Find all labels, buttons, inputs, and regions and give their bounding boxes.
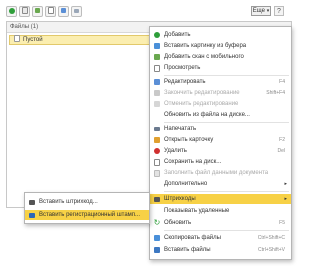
menu-item-finish-edit[interactable]: Закончить редактирование Shift+F4	[150, 88, 291, 98]
menu-item-cancel-edit[interactable]: Отменить редактирование	[150, 99, 291, 109]
menu-item-paste-image[interactable]: Вставить картинку из буфера	[150, 41, 291, 51]
file-name: Пустой	[23, 36, 43, 43]
menu-item-print[interactable]: Напечатать	[150, 124, 291, 134]
add-icon	[8, 7, 15, 16]
save-icon	[150, 158, 164, 166]
toolbar	[6, 6, 82, 18]
stamp-icon	[25, 212, 39, 218]
print-button[interactable]	[71, 6, 82, 17]
file-icon	[14, 34, 20, 46]
menu-item-refresh[interactable]: ↻ Обновить F5	[150, 218, 291, 228]
menu-item-update-from-disk[interactable]: Обновить из файла на диске...	[150, 110, 291, 120]
fill-icon	[150, 169, 164, 177]
view-icon	[150, 64, 164, 72]
add-file-icon	[21, 7, 28, 16]
more-label: Еще	[252, 8, 266, 14]
menu-item-save-to-disk[interactable]: Сохранить на диск...	[150, 157, 291, 167]
more-button[interactable]: Еще ▾	[251, 6, 271, 16]
refresh-icon: ↻	[153, 218, 161, 227]
menu-item-fill-file[interactable]: Заполнить файл данными документа	[150, 168, 291, 178]
edit-icon	[61, 8, 66, 15]
menu-separator	[164, 191, 289, 192]
menu-item-edit[interactable]: Редактировать F4	[150, 77, 291, 87]
chevron-right-icon: ▸	[284, 181, 287, 187]
menu-item-add[interactable]: Добавить	[150, 30, 291, 40]
help-button[interactable]: ?	[274, 6, 284, 16]
submenu-item-insert-barcode[interactable]: Вставить штрихкод...	[25, 197, 149, 207]
open-card-icon	[150, 137, 164, 143]
menu-item-mobile-scan[interactable]: Добавить скан с мобильного	[150, 52, 291, 62]
scan-icon	[35, 8, 40, 15]
cancel-edit-icon	[150, 101, 164, 107]
scan-icon	[150, 54, 164, 60]
scan-button[interactable]	[32, 6, 43, 17]
edit-button[interactable]	[58, 6, 69, 17]
copy-icon	[150, 235, 164, 241]
barcode-icon	[25, 199, 39, 205]
menu-item-show-deleted[interactable]: Показывать удаленные	[150, 206, 291, 216]
barcode-icon	[150, 196, 164, 202]
menu-item-open-card[interactable]: Открыть карточку F2	[150, 135, 291, 145]
print-icon	[74, 8, 79, 15]
menu-separator	[164, 122, 289, 123]
document-icon	[47, 7, 54, 16]
menu-item-copy-files[interactable]: Скопировать файлы Ctrl+Shift+C	[150, 233, 291, 243]
document-button[interactable]	[45, 6, 56, 17]
menu-item-view[interactable]: Просмотреть	[150, 63, 291, 73]
menu-separator	[164, 230, 289, 231]
help-label: ?	[277, 8, 281, 15]
menu-item-additional[interactable]: Дополнительно ▸	[150, 179, 291, 189]
print-icon	[150, 127, 164, 131]
barcodes-submenu: Вставить штрихкод... Вставить регистраци…	[24, 192, 150, 224]
menu-item-delete[interactable]: Удалить Del	[150, 146, 291, 156]
delete-icon	[150, 148, 164, 154]
chevron-down-icon: ▾	[266, 8, 270, 14]
menu-item-paste-files[interactable]: Вставить файлы Ctrl+Shift+V	[150, 245, 291, 255]
menu-item-barcodes[interactable]: Штрихкоды ▸	[150, 194, 291, 204]
more-menu: Добавить Вставить картинку из буфера Доб…	[149, 26, 292, 260]
submenu-item-insert-stamp[interactable]: Вставить регистрационный штамп...	[25, 210, 149, 220]
add-file-button[interactable]	[19, 6, 30, 17]
clipboard-icon	[150, 43, 164, 49]
menu-separator	[164, 75, 289, 76]
add-button[interactable]	[6, 6, 17, 17]
paste-icon	[150, 247, 164, 253]
edit-icon	[150, 79, 164, 85]
plus-icon	[150, 32, 164, 38]
chevron-right-icon: ▸	[284, 196, 287, 202]
finish-edit-icon	[150, 90, 164, 96]
